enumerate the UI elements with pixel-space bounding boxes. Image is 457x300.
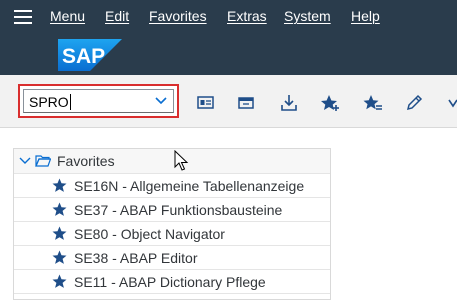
command-field-value: SPRO: [29, 94, 69, 110]
favorite-item-label: SE80 - Object Navigator: [74, 226, 225, 242]
command-field-highlight: SPRO: [18, 84, 179, 118]
menu-item-favorites[interactable]: Favorites: [149, 7, 207, 25]
favorite-item[interactable]: SE11 - ABAP Dictionary Pflege: [14, 270, 330, 294]
add-favorite-icon[interactable]: [320, 94, 340, 112]
menu-bar: Menu Edit Favorites Extras System Help: [0, 0, 457, 33]
favorite-item[interactable]: SE16N - Allgemeine Tabellenanzeige: [14, 174, 330, 198]
favorites-folder-label: Favorites: [57, 153, 115, 169]
mouse-pointer-icon: [174, 150, 189, 171]
edit-favorites-icon[interactable]: [363, 94, 383, 112]
menu-item-extras[interactable]: Extras: [227, 7, 267, 25]
favorite-item[interactable]: SE80 - Object Navigator: [14, 222, 330, 246]
menu-item-system[interactable]: System: [284, 7, 331, 25]
star-icon: [52, 274, 67, 288]
logo-band: SAP: [0, 33, 457, 75]
pencil-icon[interactable]: [405, 94, 425, 112]
chevron-down-icon[interactable]: [19, 157, 31, 165]
sap-logo: SAP: [58, 39, 122, 71]
menu-item-edit[interactable]: Edit: [105, 7, 129, 25]
star-icon: [52, 202, 67, 216]
display-object-icon[interactable]: [196, 94, 216, 112]
favorite-item-label: SE38 - ABAP Editor: [74, 250, 198, 266]
favorite-item-label: SE11 - ABAP Dictionary Pflege: [74, 274, 266, 290]
download-icon[interactable]: [279, 94, 299, 112]
folder-open-icon: [35, 155, 51, 167]
chevron-down-icon[interactable]: [155, 96, 167, 106]
text-caret: [70, 94, 71, 110]
favorites-tree: Favorites SE16N - Allgemeine Tabellenanz…: [13, 148, 331, 300]
star-icon: [52, 226, 67, 240]
menu-item-help[interactable]: Help: [351, 7, 380, 25]
sap-logo-text: SAP: [62, 45, 105, 68]
favorites-folder-node[interactable]: Favorites: [14, 149, 330, 174]
star-icon: [52, 178, 67, 192]
favorite-item-label: SE37 - ABAP Funktionsbausteine: [74, 202, 283, 218]
hamburger-menu-icon[interactable]: [14, 10, 32, 24]
display-in-window-icon[interactable]: [236, 94, 256, 112]
more-chevron-icon[interactable]: [447, 94, 457, 112]
favorite-item-label: SE16N - Allgemeine Tabellenanzeige: [74, 178, 305, 194]
favorite-item[interactable]: SE38 - ABAP Editor: [14, 246, 330, 270]
favorite-item[interactable]: SE37 - ABAP Funktionsbausteine: [14, 198, 330, 222]
menu-item-menu[interactable]: Menu: [50, 7, 85, 25]
command-field[interactable]: SPRO: [23, 89, 174, 113]
star-icon: [52, 250, 67, 264]
